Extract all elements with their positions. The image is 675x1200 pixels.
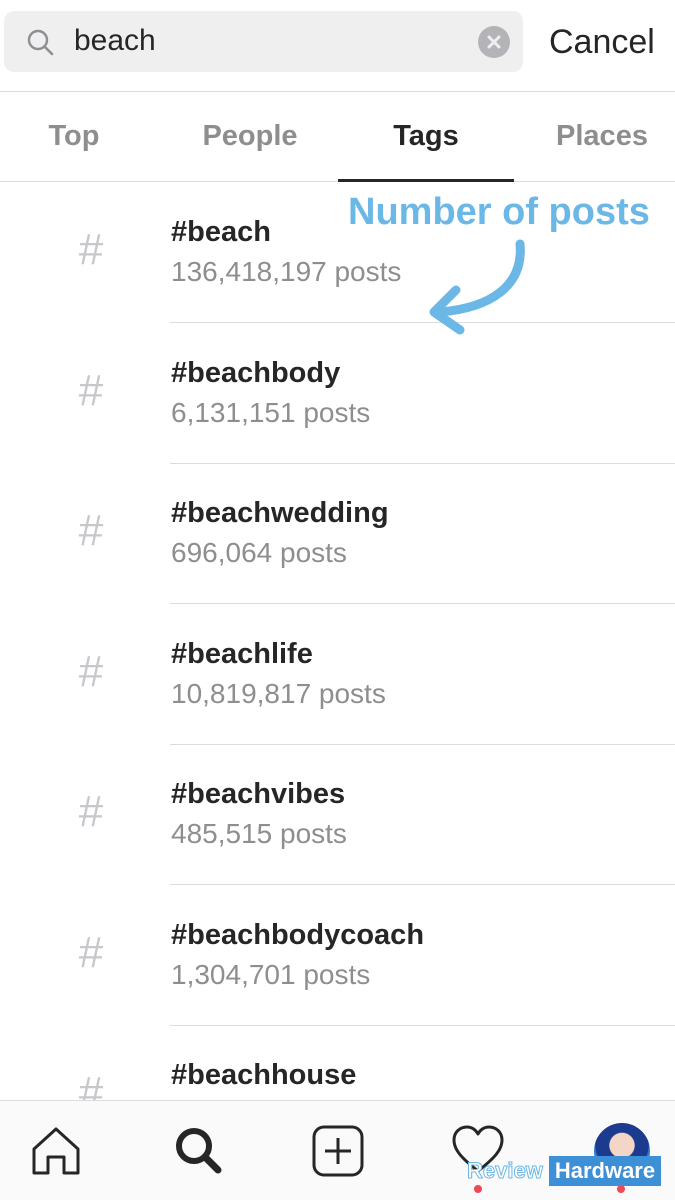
new-post-icon[interactable] (310, 1123, 366, 1179)
list-item[interactable]: # #beachbodycoach 1,304,701 posts (0, 885, 675, 1026)
cancel-button[interactable]: Cancel (549, 20, 655, 64)
annotation-label: Number of posts (348, 191, 650, 233)
clear-search-icon[interactable] (478, 26, 510, 58)
tab-tags[interactable]: Tags (338, 92, 514, 182)
watermark-hardware: Hardware (548, 1156, 662, 1186)
tag-name: #beachwedding (171, 497, 389, 529)
list-item[interactable]: # #beachhouse (0, 1025, 675, 1100)
post-count: 10,819,817 posts (171, 678, 386, 709)
tab-people[interactable]: People (162, 92, 338, 182)
post-count: 136,418,197 posts (171, 256, 402, 287)
hashtag-icon: # (78, 928, 104, 977)
search-icon (27, 29, 54, 56)
list-item[interactable]: # #beachbody 6,131,151 posts (0, 323, 675, 464)
notification-dot (617, 1185, 625, 1193)
tab-top[interactable]: Top (0, 92, 148, 182)
watermark: Review Hardware (467, 1156, 662, 1186)
tag-name: #beach (171, 216, 271, 248)
list-item[interactable]: # #beachlife 10,819,817 posts (0, 604, 675, 745)
post-count: 696,064 posts (171, 537, 347, 568)
hashtag-icon: # (78, 225, 104, 274)
tag-name: #beachlife (171, 638, 313, 670)
search-tabs: Top People Tags Places (0, 92, 675, 182)
home-icon[interactable] (28, 1123, 84, 1179)
search-field[interactable]: beach (4, 11, 523, 72)
search-header: beach Cancel (0, 0, 675, 92)
tag-name: #beachhouse (171, 1059, 357, 1091)
list-item[interactable]: # #beachvibes 485,515 posts (0, 744, 675, 885)
search-icon[interactable] (170, 1123, 226, 1179)
tag-name: #beachbodycoach (171, 919, 425, 951)
tab-places[interactable]: Places (514, 92, 675, 182)
hashtag-icon: # (78, 366, 104, 415)
hashtag-icon: # (78, 647, 104, 696)
search-input[interactable]: beach (74, 24, 156, 58)
tag-name: #beachvibes (171, 778, 346, 810)
hashtag-icon: # (78, 506, 104, 555)
watermark-review: Review (467, 1158, 544, 1184)
post-count: 485,515 posts (171, 818, 347, 849)
post-count: 6,131,151 posts (171, 397, 371, 428)
tag-results-list: # #beach 136,418,197 posts # #beachbody … (0, 182, 675, 1100)
notification-dot (474, 1185, 482, 1193)
tag-name: #beachbody (171, 357, 341, 389)
annotation-arrow-icon (429, 239, 525, 335)
hashtag-icon: # (78, 787, 104, 836)
list-item[interactable]: # #beachwedding 696,064 posts (0, 463, 675, 604)
post-count: 1,304,701 posts (171, 959, 371, 990)
hashtag-icon: # (78, 1068, 104, 1101)
